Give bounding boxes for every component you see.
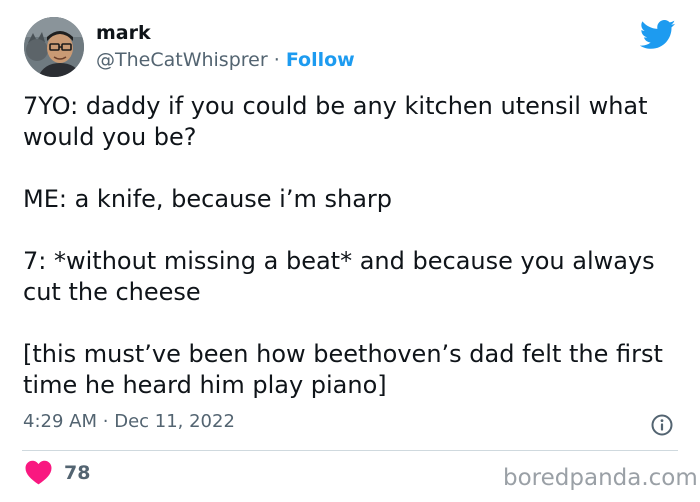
like-count[interactable]: 78 [64,462,90,484]
info-icon[interactable] [650,413,674,437]
tweet-paragraph: [this must’ve been how beethoven’s dad f… [23,340,663,399]
twitter-bird-icon[interactable] [640,20,676,50]
tweet-timestamp[interactable]: 4:29 AM · Dec 11, 2022 [23,411,235,432]
separator-dot: · [273,49,280,71]
tweet-date[interactable]: Dec 11, 2022 [114,411,235,432]
tweet-paragraph: ME: a knife, because i’m sharp [23,185,393,213]
tweet-paragraph: 7: *without missing a beat* and because … [23,247,655,306]
tweet-time[interactable]: 4:29 AM [23,411,97,432]
avatar-photo [24,17,84,77]
follow-button[interactable]: Follow [286,49,355,71]
author-handle-line: @TheCatWhisprer · Follow [96,49,355,71]
tweet-paragraph: 7YO: daddy if you could be any kitchen u… [23,92,648,151]
separator-dot: · [102,411,109,432]
divider [22,450,678,451]
heart-icon[interactable] [24,459,53,485]
tweet-text: 7YO: daddy if you could be any kitchen u… [23,91,683,401]
author-name[interactable]: mark [96,22,151,44]
avatar[interactable] [24,17,84,77]
author-handle[interactable]: @TheCatWhisprer [96,49,268,71]
watermark: boredpanda.com [503,465,698,491]
